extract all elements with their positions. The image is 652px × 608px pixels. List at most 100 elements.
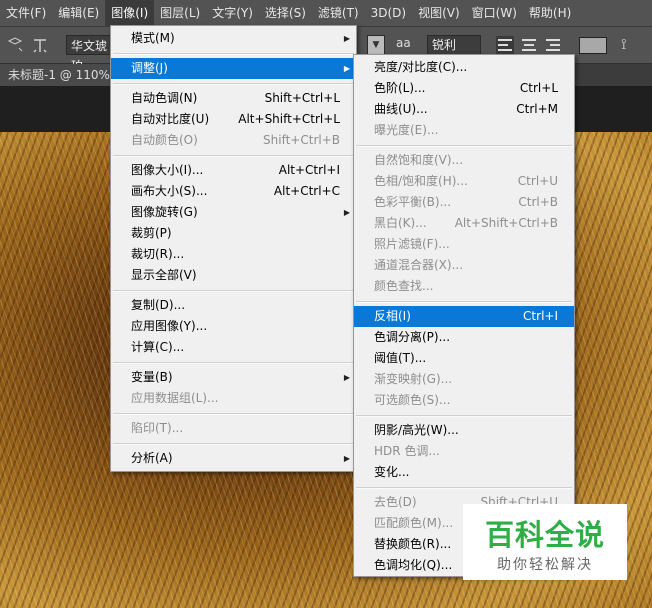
menubar-item[interactable]: 图层(L)	[154, 0, 206, 26]
text-orientation-icon[interactable]	[31, 36, 49, 54]
menu-item[interactable]: 自动色调(N) Shift+Ctrl+L	[111, 88, 356, 109]
document-tab[interactable]: 未标题-1 @ 110%	[0, 64, 114, 86]
menu-item[interactable]: 裁剪(P)	[111, 223, 356, 244]
submenu-arrow-icon: ▶	[343, 373, 350, 382]
menubar-item[interactable]: 文件(F)	[0, 0, 52, 26]
menubar-item[interactable]: 选择(S)	[259, 0, 312, 26]
menu-item-label: 色调均化(Q)...	[374, 558, 453, 572]
menu-item[interactable]: 阴影/高光(W)...	[354, 420, 574, 441]
menu-item[interactable]: 通道混合器(X)...	[354, 255, 574, 276]
menubar-item[interactable]: 文字(Y)	[206, 0, 259, 26]
menu-item-label: 色相/饱和度(H)...	[374, 174, 468, 188]
menu-item[interactable]: 应用图像(Y)...	[111, 316, 356, 337]
menu-item[interactable]: 亮度/对比度(C)...	[354, 57, 574, 78]
menu-item[interactable]: 分析(A) ▶	[111, 448, 356, 469]
menu-item-label: 模式(M)	[131, 31, 175, 45]
menu-item[interactable]: 图像大小(I)... Alt+Ctrl+I	[111, 160, 356, 181]
font-family-select[interactable]: 华文琥珀	[66, 35, 111, 73]
menu-item[interactable]: 陷印(T)...	[111, 418, 356, 439]
menu-item-label: 自动对比度(U)	[131, 112, 210, 126]
menu-item-label: 曲线(U)...	[374, 102, 428, 116]
menu-item[interactable]: 颜色查找...	[354, 276, 574, 297]
text-color-swatch[interactable]	[579, 37, 607, 54]
menubar-item[interactable]: 滤镜(T)	[312, 0, 365, 26]
align-left-icon[interactable]	[496, 36, 514, 54]
menu-item[interactable]: 曝光度(E)...	[354, 120, 574, 141]
menu-item-label: 变量(B)	[131, 370, 173, 384]
menu-item-label: 自动颜色(O)	[131, 133, 198, 147]
menu-item-shortcut: Alt+Shift+Ctrl+B	[454, 216, 558, 230]
menu-item[interactable]: 调整(J) ▶	[111, 58, 356, 79]
menu-item[interactable]: 计算(C)...	[111, 337, 356, 358]
menu-item-label: 应用数据组(L)...	[131, 391, 219, 405]
menu-item[interactable]: 自动颜色(O) Shift+Ctrl+B	[111, 130, 356, 151]
menubar-item[interactable]: 窗口(W)	[466, 0, 523, 26]
menu-item-label: 色调分离(P)...	[374, 330, 451, 344]
menubar-item[interactable]: 图像(I)	[105, 0, 155, 26]
menubar-item[interactable]: 3D(D)	[365, 0, 412, 26]
menu-item-label: 渐变映射(G)...	[374, 372, 453, 386]
menu-item[interactable]: 变量(B) ▶	[111, 367, 356, 388]
antialias-select[interactable]: 锐利	[427, 35, 481, 55]
menu-item-label: 去色(D)	[374, 495, 417, 509]
menu-item[interactable]: 曲线(U)... Ctrl+M	[354, 99, 574, 120]
menu-item-shortcut: Shift+Ctrl+B	[263, 133, 340, 147]
menu-item-shortcut: Ctrl+M	[516, 102, 558, 116]
warp-text-icon[interactable]: ⟟	[621, 35, 627, 53]
menu-item-label: 照片滤镜(F)...	[374, 237, 450, 251]
align-center-icon[interactable]	[520, 36, 538, 54]
menu-item-label: 自动色调(N)	[131, 91, 198, 105]
menu-item[interactable]: 显示全部(V)	[111, 265, 356, 286]
submenu-arrow-icon: ▶	[343, 208, 350, 217]
menu-item-label: 陷印(T)...	[131, 421, 184, 435]
menu-item-label: 阴影/高光(W)...	[374, 423, 459, 437]
menu-item-shortcut: Alt+Ctrl+C	[273, 184, 340, 198]
menu-item[interactable]: 复制(D)...	[111, 295, 356, 316]
menu-item-label: 可选颜色(S)...	[374, 393, 451, 407]
menubar-item[interactable]: 帮助(H)	[523, 0, 577, 26]
menu-separator	[113, 443, 354, 445]
menu-item-label: 色阶(L)...	[374, 81, 426, 95]
watermark-subtitle: 助你轻松解决	[497, 557, 593, 573]
align-right-icon[interactable]	[544, 36, 562, 54]
menu-item[interactable]: HDR 色调...	[354, 441, 574, 462]
menu-item[interactable]: 画布大小(S)... Alt+Ctrl+C	[111, 181, 356, 202]
font-size-dropdown[interactable]: ▼	[367, 35, 385, 55]
menu-item[interactable]: 照片滤镜(F)...	[354, 234, 574, 255]
menu-item[interactable]: 阈值(T)...	[354, 348, 574, 369]
menu-item-label: 裁剪(P)	[131, 226, 172, 240]
menu-item[interactable]: 模式(M) ▶	[111, 28, 356, 49]
menu-separator	[113, 83, 354, 85]
menu-item[interactable]: 变化...	[354, 462, 574, 483]
menu-item[interactable]: 自然饱和度(V)...	[354, 150, 574, 171]
menu-item-shortcut: Ctrl+I	[523, 309, 558, 323]
menu-item-label: 颜色查找...	[374, 279, 434, 293]
submenu-arrow-icon: ▶	[343, 34, 350, 43]
menu-item[interactable]: 色调分离(P)...	[354, 327, 574, 348]
menu-item-label: 裁切(R)...	[131, 247, 185, 261]
menu-item[interactable]: 色相/饱和度(H)... Ctrl+U	[354, 171, 574, 192]
menu-item[interactable]: 图像旋转(G) ▶	[111, 202, 356, 223]
menu-item-label: 阈值(T)...	[374, 351, 427, 365]
menu-item-shortcut: Ctrl+U	[517, 174, 558, 188]
menu-item-shortcut: Ctrl+B	[518, 195, 558, 209]
menu-bar: 文件(F) 编辑(E) 图像(I) 图层(L) 文字(Y) 选择(S) 滤镜(T) 3D(D)…	[0, 0, 652, 27]
menu-item[interactable]: 自动对比度(U) Alt+Shift+Ctrl+L	[111, 109, 356, 130]
menu-separator	[113, 290, 354, 292]
menu-item[interactable]: 应用数据组(L)...	[111, 388, 356, 409]
menu-item-label: 画布大小(S)...	[131, 184, 208, 198]
menu-item[interactable]: 色彩平衡(B)... Ctrl+B	[354, 192, 574, 213]
menubar-item[interactable]: 视图(V)	[412, 0, 466, 26]
tool-preset-icon[interactable]	[6, 36, 24, 54]
menu-item-label: 反相(I)	[374, 309, 411, 323]
menu-item[interactable]: 反相(I) Ctrl+I	[354, 306, 574, 327]
menu-item[interactable]: 黑白(K)... Alt+Shift+Ctrl+B	[354, 213, 574, 234]
menu-item-label: 图像大小(I)...	[131, 163, 204, 177]
menu-item[interactable]: 裁切(R)...	[111, 244, 356, 265]
menu-item[interactable]: 可选颜色(S)...	[354, 390, 574, 411]
menu-item-label: 自然饱和度(V)...	[374, 153, 464, 167]
menu-item-label: 复制(D)...	[131, 298, 186, 312]
menubar-item[interactable]: 编辑(E)	[52, 0, 105, 26]
menu-item[interactable]: 色阶(L)... Ctrl+L	[354, 78, 574, 99]
menu-item[interactable]: 渐变映射(G)...	[354, 369, 574, 390]
